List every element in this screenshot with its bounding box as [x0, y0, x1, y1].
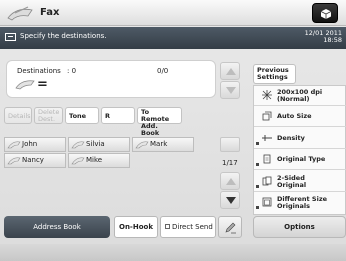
title-bar: Fax [0, 0, 346, 26]
fax-icon [7, 141, 21, 149]
fax-screen: Fax Specify the destinations. 12/01 2011… [0, 0, 346, 261]
fax-icon [71, 157, 85, 165]
address-entry-label: Mike [86, 156, 103, 164]
resolution-icon [262, 90, 272, 100]
settings-list: 200x100 dpi (Normal) Auto Size Density O… [253, 85, 346, 215]
fax-icon [71, 141, 85, 149]
setting-two-sided[interactable]: 2-Sided Original [254, 172, 346, 192]
arrow-down-icon [226, 87, 236, 94]
destinations-label: Destinations [17, 67, 61, 75]
settings-panel: Previous Settings 200x100 dpi (Normal) A… [249, 55, 346, 241]
status-message: Specify the destinations. [20, 32, 107, 40]
status-bar: Specify the destinations. 12/01 2011 18:… [0, 27, 346, 49]
setting-density[interactable]: Density [254, 129, 346, 149]
setting-label: Original Type [277, 155, 326, 163]
destination-panel: Destinations : 0 0/0 = Details Delete De… [4, 52, 242, 238]
r-button[interactable]: R [101, 107, 135, 124]
scroll-up-button[interactable] [220, 62, 240, 80]
direct-send-label: Direct Send [172, 223, 213, 231]
cube-icon [320, 9, 332, 19]
address-entry-nancy[interactable]: Nancy [4, 153, 66, 168]
page-down-button[interactable] [220, 191, 240, 209]
bullet [256, 163, 259, 166]
original-type-icon [263, 154, 271, 164]
address-row: Nancy Mike [4, 153, 242, 168]
bullet [256, 206, 259, 209]
address-entry-label: John [22, 140, 38, 148]
destinations-page: 0/0 [157, 67, 169, 75]
setting-label: Density [277, 134, 305, 142]
destination-value: = [37, 77, 48, 92]
page-number: 1/17 [222, 159, 238, 167]
fax-icon [7, 157, 21, 165]
previous-settings-button[interactable]: Previous Settings [253, 64, 296, 84]
setting-original-type[interactable]: Original Type [254, 150, 346, 170]
setting-label: 200x100 dpi (Normal) [277, 88, 323, 103]
address-entry-label: Silvia [86, 140, 105, 148]
scroll-down-button[interactable] [220, 81, 240, 99]
address-entry-john[interactable]: John [4, 137, 66, 152]
direct-send-checkbox [165, 224, 170, 229]
density-icon [262, 135, 272, 141]
tone-button[interactable]: Tone [65, 107, 99, 124]
fax-icon [15, 80, 35, 90]
different-size-icon [262, 197, 272, 207]
setting-resolution[interactable]: 200x100 dpi (Normal) [254, 86, 346, 106]
setting-different-size[interactable]: Different Size Originals [254, 193, 346, 213]
address-entry-silvia[interactable]: Silvia [68, 137, 130, 152]
options-button[interactable]: Options [253, 216, 346, 238]
footer-bar [0, 244, 346, 261]
arrow-up-icon [226, 68, 236, 75]
address-entry-label: Nancy [22, 156, 44, 164]
setting-label: Auto Size [277, 112, 312, 120]
date-time: 12/01 2011 18:58 [305, 30, 342, 44]
pen-icon [225, 222, 236, 234]
destination-actions: Details Delete Dest. Tone R To Remote Ad… [4, 107, 242, 137]
message-icon [5, 33, 16, 41]
main-menu-button[interactable] [312, 3, 338, 23]
address-entry-mike[interactable]: Mike [68, 153, 130, 168]
bottom-toolbar: Address Book On-Hook Direct Send [4, 216, 244, 238]
list-view-button[interactable] [220, 137, 240, 152]
address-entry-mark[interactable]: Mark [132, 137, 194, 152]
on-hook-button[interactable]: On-Hook [114, 216, 158, 238]
arrow-up-icon [226, 178, 236, 185]
pen-button[interactable] [218, 216, 242, 238]
page-up-button[interactable] [220, 172, 240, 190]
bullet [256, 142, 259, 145]
arrow-down-icon [226, 197, 236, 204]
address-row: John Silvia Mark [4, 137, 242, 152]
details-button[interactable]: Details [4, 107, 32, 124]
two-sided-icon [262, 176, 272, 186]
fax-icon [135, 141, 149, 149]
auto-size-icon [262, 111, 272, 121]
destination-field[interactable]: Destinations : 0 0/0 = [6, 60, 216, 98]
page-title: Fax [40, 7, 60, 18]
destinations-count: : 0 [67, 67, 77, 75]
fax-icon [7, 6, 33, 21]
delete-dest-button[interactable]: Delete Dest. [34, 107, 63, 124]
setting-auto-size[interactable]: Auto Size [254, 107, 346, 127]
address-book-button[interactable]: Address Book [4, 216, 110, 238]
address-entry-label: Mark [150, 140, 168, 148]
to-remote-add-book-button[interactable]: To Remote Add. Book [137, 107, 182, 137]
time: 18:58 [323, 36, 342, 44]
setting-label: Different Size Originals [277, 195, 328, 210]
direct-send-button[interactable]: Direct Send [160, 216, 216, 238]
bullet [256, 185, 259, 188]
setting-label: 2-Sided Original [277, 174, 307, 189]
